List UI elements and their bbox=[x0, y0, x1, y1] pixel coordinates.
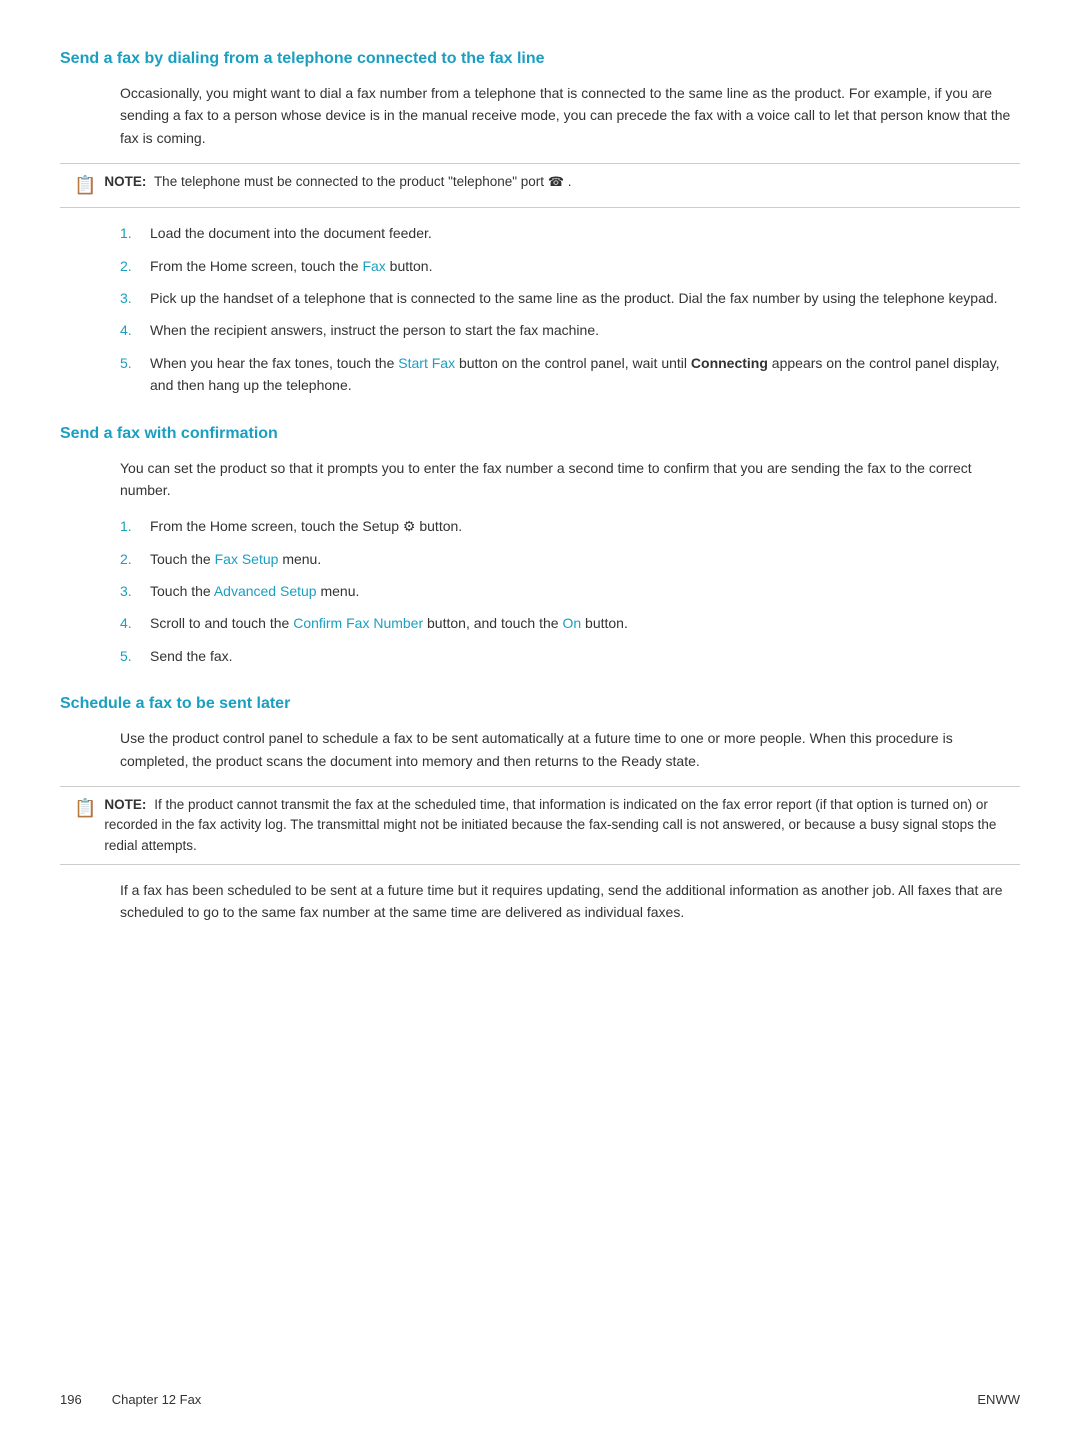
fax-setup-link[interactable]: Fax Setup bbox=[215, 551, 279, 567]
on-link[interactable]: On bbox=[562, 615, 581, 631]
confirm-fax-number-link[interactable]: Confirm Fax Number bbox=[293, 615, 423, 631]
footer-right: ENWW bbox=[977, 1392, 1020, 1407]
list-item: 4. Scroll to and touch the Confirm Fax N… bbox=[120, 612, 1020, 634]
section-closing-schedule: If a fax has been scheduled to be sent a… bbox=[120, 879, 1020, 924]
conf-step-num-5: 5. bbox=[120, 645, 138, 667]
conf-step-num-1: 1. bbox=[120, 515, 138, 537]
note-text-schedule: If the product cannot transmit the fax a… bbox=[104, 797, 996, 853]
conf-step2-before: Touch the bbox=[150, 551, 215, 567]
step-text-2: From the Home screen, touch the Fax butt… bbox=[150, 255, 1020, 277]
list-item: 5. When you hear the fax tones, touch th… bbox=[120, 352, 1020, 397]
section-heading-confirmation: Send a fax with confirmation bbox=[60, 425, 1020, 443]
conf-step4-before: Scroll to and touch the bbox=[150, 615, 293, 631]
note-label-telephone: NOTE: bbox=[104, 174, 146, 189]
step-text-3: Pick up the handset of a telephone that … bbox=[150, 287, 1020, 309]
list-item: 1. From the Home screen, touch the Setup… bbox=[120, 515, 1020, 537]
steps-list-dial: 1. Load the document into the document f… bbox=[120, 222, 1020, 396]
step-num-5: 5. bbox=[120, 352, 138, 397]
phone-port-icon: ☎ bbox=[548, 174, 564, 189]
footer-page-num: 196 bbox=[60, 1392, 82, 1407]
list-item: 3. Pick up the handset of a telephone th… bbox=[120, 287, 1020, 309]
step-num-1: 1. bbox=[120, 222, 138, 244]
conf-step-num-4: 4. bbox=[120, 612, 138, 634]
note-content-telephone: NOTE: The telephone must be connected to… bbox=[104, 172, 1006, 192]
section-intro-confirmation: You can set the product so that it promp… bbox=[120, 457, 1020, 502]
page: Send a fax by dialing from a telephone c… bbox=[0, 0, 1080, 1437]
note-text-telephone: The telephone must be connected to the p… bbox=[154, 174, 544, 189]
advanced-setup-link[interactable]: Advanced Setup bbox=[214, 583, 317, 599]
section-heading-dial: Send a fax by dialing from a telephone c… bbox=[60, 50, 1020, 68]
step-text-after: button. bbox=[386, 258, 433, 274]
note-label-schedule: NOTE: bbox=[104, 797, 146, 812]
footer-left: 196 Chapter 12 Fax bbox=[60, 1392, 201, 1407]
step-text-before: From the Home screen, touch the bbox=[150, 258, 362, 274]
step-text-1: Load the document into the document feed… bbox=[150, 222, 1020, 244]
fax-link[interactable]: Fax bbox=[362, 258, 385, 274]
note-icon-schedule: 📋 bbox=[74, 795, 96, 822]
section-intro-dial: Occasionally, you might want to dial a f… bbox=[120, 82, 1020, 149]
conf-step1-after: button. bbox=[415, 518, 462, 534]
conf-step1-before: From the Home screen, touch the Setup bbox=[150, 518, 403, 534]
note-box-schedule: 📋 NOTE: If the product cannot transmit t… bbox=[60, 786, 1020, 865]
note-icon-telephone: 📋 bbox=[74, 172, 96, 199]
step-num-3: 3. bbox=[120, 287, 138, 309]
note-content-schedule: NOTE: If the product cannot transmit the… bbox=[104, 795, 1006, 856]
page-footer: 196 Chapter 12 Fax ENWW bbox=[60, 1392, 1020, 1407]
conf-step4-middle: button, and touch the bbox=[423, 615, 562, 631]
list-item: 2. From the Home screen, touch the Fax b… bbox=[120, 255, 1020, 277]
list-item: 3. Touch the Advanced Setup menu. bbox=[120, 580, 1020, 602]
setup-icon: ⚙ bbox=[403, 518, 416, 534]
conf-step-num-3: 3. bbox=[120, 580, 138, 602]
step5-after: button on the control panel, wait until bbox=[455, 355, 691, 371]
step-text-5: When you hear the fax tones, touch the S… bbox=[150, 352, 1020, 397]
conf-step3-before: Touch the bbox=[150, 583, 214, 599]
section-intro-schedule: Use the product control panel to schedul… bbox=[120, 727, 1020, 772]
conf-step4-end: button. bbox=[581, 615, 628, 631]
section-dial-telephone: Send a fax by dialing from a telephone c… bbox=[60, 50, 1020, 397]
list-item: 1. Load the document into the document f… bbox=[120, 222, 1020, 244]
section-schedule: Schedule a fax to be sent later Use the … bbox=[60, 695, 1020, 923]
steps-list-confirmation: 1. From the Home screen, touch the Setup… bbox=[120, 515, 1020, 667]
step-text-4: When the recipient answers, instruct the… bbox=[150, 319, 1020, 341]
step-num-2: 2. bbox=[120, 255, 138, 277]
conf-step-text-1: From the Home screen, touch the Setup ⚙ … bbox=[150, 515, 1020, 537]
step-num-4: 4. bbox=[120, 319, 138, 341]
conf-step-text-5: Send the fax. bbox=[150, 645, 1020, 667]
conf-step2-after: menu. bbox=[278, 551, 321, 567]
conf-step3-after: menu. bbox=[317, 583, 360, 599]
section-heading-schedule: Schedule a fax to be sent later bbox=[60, 695, 1020, 713]
step5-before: When you hear the fax tones, touch the bbox=[150, 355, 398, 371]
conf-step-text-4: Scroll to and touch the Confirm Fax Numb… bbox=[150, 612, 1020, 634]
section-confirmation: Send a fax with confirmation You can set… bbox=[60, 425, 1020, 668]
start-fax-link[interactable]: Start Fax bbox=[398, 355, 455, 371]
note-period: . bbox=[568, 174, 572, 189]
list-item: 2. Touch the Fax Setup menu. bbox=[120, 548, 1020, 570]
step5-bold: Connecting bbox=[691, 355, 768, 371]
list-item: 4. When the recipient answers, instruct … bbox=[120, 319, 1020, 341]
list-item: 5. Send the fax. bbox=[120, 645, 1020, 667]
conf-step-text-3: Touch the Advanced Setup menu. bbox=[150, 580, 1020, 602]
footer-chapter: Chapter 12 Fax bbox=[112, 1392, 202, 1407]
conf-step-num-2: 2. bbox=[120, 548, 138, 570]
note-box-telephone: 📋 NOTE: The telephone must be connected … bbox=[60, 163, 1020, 208]
conf-step-text-2: Touch the Fax Setup menu. bbox=[150, 548, 1020, 570]
